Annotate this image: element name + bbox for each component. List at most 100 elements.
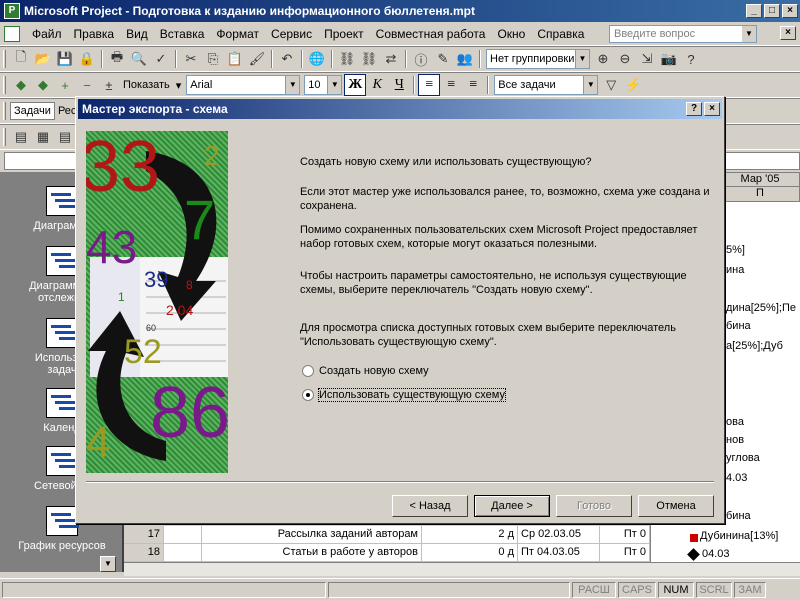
cancel-button[interactable]: Отмена [638,495,714,517]
toolbar-grip[interactable] [3,76,6,94]
toolbar-grip[interactable] [3,50,6,68]
radio-indicator[interactable] [302,389,314,401]
network-diagram-icon [46,446,78,476]
font-size-select[interactable]: 10 ▼ [304,75,343,95]
radio-indicator[interactable] [302,365,314,377]
radio-create-new[interactable]: Создать новую схему [302,365,429,377]
undo-icon[interactable]: ↶ [276,48,298,70]
status-ext: РАСШ [572,581,616,598]
bold-button[interactable]: Ж [344,74,367,96]
chevron-down-icon[interactable]: ▾ [173,79,185,92]
menu-tools[interactable]: Сервис [265,27,318,41]
zoom-in-icon[interactable]: ⊕ [592,48,614,70]
menu-format[interactable]: Формат [210,27,265,41]
back-button[interactable]: < Назад [392,495,468,517]
print-icon[interactable]: 🖶 [106,48,128,70]
view-bar-scroll-down[interactable]: ▼ [100,556,116,572]
split-task-icon[interactable]: ⇄ [380,48,402,70]
menu-window[interactable]: Окно [491,27,531,41]
view-label: График ресурсов [18,540,106,552]
paste-icon[interactable]: 📋 [224,48,246,70]
horizontal-scrollbar[interactable] [124,562,800,576]
wizard-question: Создать новую схему или использовать сущ… [300,156,592,168]
minimize-button[interactable]: _ [746,4,762,18]
help-question-input[interactable]: Введите вопрос ▼ [609,25,757,43]
font-select[interactable]: Arial ▼ [186,75,301,95]
spelling-icon[interactable]: ✓ [150,48,172,70]
copy-icon[interactable]: ⎘ [202,48,224,70]
task-info-icon[interactable]: ⓘ [410,48,432,70]
autofilter-icon[interactable]: ▽ [600,74,622,96]
save-icon[interactable]: 💾 [54,48,76,70]
chevron-down-icon[interactable]: ▼ [327,76,342,94]
cut-icon[interactable]: ✂ [180,48,202,70]
chevron-down-icon[interactable]: ▼ [583,76,598,94]
scroll-to-task-icon[interactable]: ⇲ [636,48,658,70]
dialog-help-button[interactable]: ? [686,102,702,116]
table-row[interactable]: 17 Рассылка заданий авторам 2 д Ср 02.03… [124,526,650,544]
hyperlink-icon[interactable]: 🌐 [306,48,328,70]
table-row[interactable]: 18 Статьи в работе у авторов 0 д Пт 04.0… [124,544,650,562]
help-icon[interactable]: ? [680,48,702,70]
plus-icon[interactable]: + [54,74,76,96]
finish-button[interactable]: Готово [556,495,632,517]
radio-label[interactable]: Создать новую схему [319,365,429,377]
format-painter-icon[interactable]: 🖌 [246,48,268,70]
align-right-icon[interactable]: ≡ [462,74,484,96]
font-size-value: 10 [308,79,321,91]
gantt-view-icon[interactable]: ▤ [10,126,32,148]
table-view-icon[interactable]: ▦ [32,126,54,148]
radio-use-existing[interactable]: Использовать существующую схему [302,388,506,402]
show-button[interactable]: Показать [120,79,173,91]
gantt-wizard-icon[interactable]: ⚡ [622,74,644,96]
unlink-tasks-icon[interactable]: ⛓ [358,48,380,70]
underline-button[interactable]: Ч [388,74,410,96]
next-button[interactable]: Далее > [474,495,550,517]
task-finish: Пт 0 [600,526,650,543]
toolbar-grip[interactable] [3,102,6,120]
toolbar-grip[interactable] [3,128,6,146]
permission-icon[interactable]: 🔒 [76,48,98,70]
task-table: 17 Рассылка заданий авторам 2 д Ср 02.03… [124,526,650,562]
sheet-view-icon[interactable]: ▤ [54,126,76,148]
assign-resources-icon[interactable]: 👥 [454,48,476,70]
menu-help[interactable]: Справка [531,27,590,41]
align-left-icon[interactable]: ≡ [418,74,441,96]
filter-select[interactable]: Все задачи ▼ [494,75,599,95]
new-icon[interactable]: 🗋 [10,48,32,70]
document-icon[interactable] [4,25,20,42]
open-icon[interactable]: 📂 [32,48,54,70]
maximize-button[interactable]: □ [764,4,780,18]
align-center-icon[interactable]: ≡ [440,74,462,96]
dialog-title-bar: Мастер экспорта - схема ? × [78,99,722,119]
show-subtasks-icon[interactable]: ± [98,74,120,96]
minus-icon[interactable]: − [76,74,98,96]
menu-collaborate[interactable]: Совместная работа [370,27,492,41]
chevron-down-icon[interactable]: ▼ [285,76,300,94]
chevron-down-icon[interactable]: ▼ [742,26,756,42]
arrow-right-icon[interactable]: ◆ [32,74,54,96]
zoom-out-icon[interactable]: ⊖ [614,48,636,70]
chevron-down-icon[interactable]: ▼ [575,50,589,68]
arrow-left-icon[interactable]: ◆ [10,74,32,96]
art-number: 33 [86,131,160,207]
menu-project[interactable]: Проект [318,27,370,41]
radio-label[interactable]: Использовать существующую схему [318,388,506,402]
menu-view[interactable]: Вид [120,27,154,41]
grouping-select[interactable]: Нет группировки ▼ [486,49,590,69]
close-button[interactable]: × [782,4,798,18]
task-notes-icon[interactable]: ✎ [432,48,454,70]
italic-button[interactable]: К [366,74,388,96]
dialog-close-button[interactable]: × [704,102,720,116]
doc-close-button[interactable]: × [780,26,796,40]
copy-picture-icon[interactable]: 📷 [658,48,680,70]
menu-file[interactable]: Файл [26,27,68,41]
print-preview-icon[interactable]: 🔍 [128,48,150,70]
tasks-tab[interactable]: Задачи [10,102,55,120]
menu-edit[interactable]: Правка [68,27,121,41]
gantt-bar[interactable] [690,534,698,542]
grouping-value: Нет группировки [490,53,575,65]
font-value: Arial [190,79,213,91]
menu-insert[interactable]: Вставка [154,27,211,41]
link-tasks-icon[interactable]: ⛓ [336,48,358,70]
